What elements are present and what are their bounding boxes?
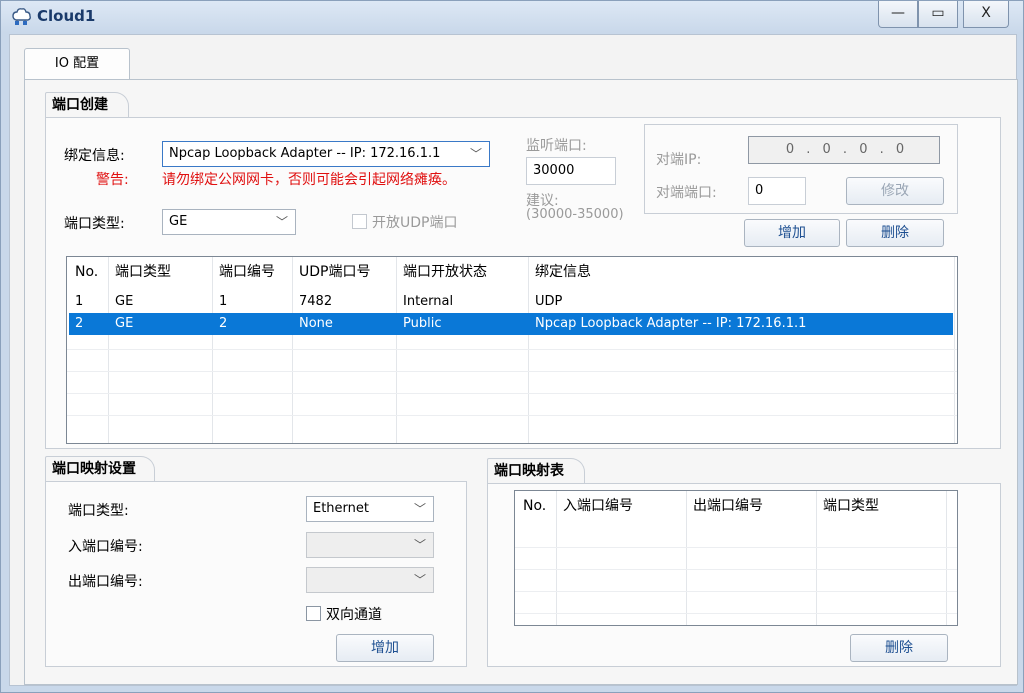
bind-info-select[interactable]: Npcap Loopback Adapter -- IP: 172.16.1.1… [162,141,490,167]
chevron-down-icon: ﹀ [413,538,426,552]
col-header[interactable]: 绑定信息 [529,261,591,283]
row-cell: UDP [535,294,563,309]
port-create-group-title: 端口创建 [45,92,129,118]
row-cell: 1 [75,294,84,309]
in-port-label: 入端口编号: [68,539,143,555]
row-cell: 7482 [299,294,333,309]
in-port-select[interactable]: ﹀ [306,532,434,558]
row-cell: Npcap Loopback Adapter -- IP: 172.16.1.1 [535,316,807,331]
col-header[interactable]: 端口开放状态 [397,261,487,283]
delete-port-button[interactable]: 删除 [846,219,944,247]
row-cell: 2 [75,316,84,331]
col-header[interactable]: 端口类型 [109,261,171,283]
port-map-table-title: 端口映射表 [487,458,585,484]
col-header[interactable]: 出端口编号 [687,495,763,517]
port-map-settings-title: 端口映射设置 [45,456,155,482]
table-header: No. 端口类型 端口编号 UDP端口号 端口开放状态 绑定信息 [67,257,957,287]
peer-port-input[interactable]: 0 [748,177,806,205]
col-header[interactable]: No. [517,495,546,517]
col-header[interactable]: UDP端口号 [293,261,370,283]
col-header[interactable]: 入端口编号 [557,495,633,517]
listen-port-label: 监听端口: [526,138,587,154]
suggest-range: (30000-35000) [526,207,624,222]
chevron-down-icon: ﹀ [469,147,482,161]
map-port-type-select[interactable]: Ethernet ﹀ [306,496,434,522]
port-type-value: GE [169,214,188,229]
chevron-down-icon: ﹀ [275,215,288,229]
col-header[interactable]: 端口类型 [817,495,879,517]
port-map-table[interactable]: No. 入端口编号 出端口编号 端口类型 [514,490,958,626]
map-port-type-label: 端口类型: [68,503,129,519]
row-cell: GE [115,316,134,331]
warning-text: 请勿绑定公网网卡，否则可能会引起网络瘫痪。 [162,172,456,188]
row-cell: GE [115,294,134,309]
row-cell: 1 [219,294,228,309]
row-cell: Internal [403,294,454,309]
udp-port-checkbox[interactable] [352,214,367,229]
title-bar[interactable]: Cloud1 — ▭ X [1,1,1023,33]
port-map-table-group: No. 入端口编号 出端口编号 端口类型 删除 [487,483,1001,667]
bidirectional-label: 双向通道 [326,607,382,623]
udp-port-checkbox-label: 开放UDP端口 [372,215,458,231]
client-area: IO 配置 端口创建 绑定信息: Npcap Loopback Adapter … [9,34,1018,686]
close-button[interactable]: X [963,1,1009,28]
tab-io-config[interactable]: IO 配置 [24,48,130,80]
map-port-type-value: Ethernet [313,501,369,516]
close-icon: X [981,5,991,21]
table-header: No. 入端口编号 出端口编号 端口类型 [515,491,957,521]
listen-port-input[interactable]: 30000 [526,157,616,185]
row-cell: None [299,316,333,331]
cloud-window: Cloud1 — ▭ X IO 配置 端口创建 绑定信息: Npcap Loop… [0,0,1024,693]
row-cell: Public [403,316,442,331]
maximize-icon: ▭ [931,5,945,21]
peer-port-label: 对端端口: [656,185,717,201]
port-map-settings-group: 端口类型: Ethernet ﹀ 入端口编号: ﹀ 出端口编号: ﹀ 双向通道 … [45,481,467,667]
ports-table[interactable]: No. 端口类型 端口编号 UDP端口号 端口开放状态 绑定信息 1 GE 1 … [66,256,958,444]
bidirectional-checkbox[interactable] [306,606,321,621]
tab-panel: 端口创建 绑定信息: Npcap Loopback Adapter -- IP:… [24,79,1018,685]
chevron-down-icon: ﹀ [413,573,426,587]
add-port-button[interactable]: 增加 [744,219,840,247]
modify-button[interactable]: 修改 [846,177,944,205]
row-cell: 2 [219,316,228,331]
cloud-app-icon [12,8,31,25]
out-port-label: 出端口编号: [68,574,143,590]
minimize-button[interactable]: — [878,1,918,28]
table-row-selected[interactable] [69,313,953,335]
peer-ip-input[interactable]: 0 . 0 . 0 . 0 [748,136,940,164]
port-type-label: 端口类型: [64,216,125,232]
delete-mapping-button[interactable]: 删除 [850,634,948,662]
out-port-select[interactable]: ﹀ [306,567,434,593]
port-create-group: 绑定信息: Npcap Loopback Adapter -- IP: 172.… [45,117,1001,449]
add-mapping-button[interactable]: 增加 [336,634,434,662]
warning-label: 警告: [96,172,129,188]
peer-ip-label: 对端IP: [656,152,702,168]
port-type-select[interactable]: GE ﹀ [162,209,296,235]
bind-info-label: 绑定信息: [64,148,125,164]
bind-info-value: Npcap Loopback Adapter -- IP: 172.16.1.1 [169,146,441,161]
col-header[interactable]: No. [69,261,98,283]
chevron-down-icon: ﹀ [413,502,426,516]
col-header[interactable]: 端口编号 [213,261,275,283]
window-title: Cloud1 [37,7,96,25]
maximize-button[interactable]: ▭ [918,1,958,28]
minimize-icon: — [891,5,905,21]
